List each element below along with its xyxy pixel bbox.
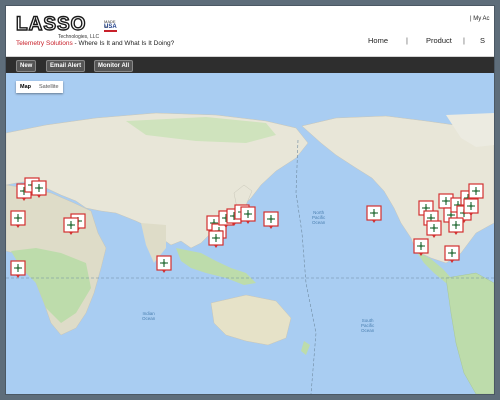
date-line	[295, 139, 317, 394]
map-type-control: Map Satellite	[16, 81, 63, 93]
tagline: Telemetry Solutions - Where Is It and Wh…	[16, 40, 174, 47]
email-alert-button[interactable]: Email Alert	[46, 60, 86, 72]
map-canvas	[6, 112, 494, 394]
indian-ocean-label: Indian Ocean	[142, 311, 156, 321]
logo-wordmark: LASSO	[15, 14, 87, 35]
nav-separator: |	[406, 36, 408, 45]
made-in-usa-badge: MADE IN USA	[104, 19, 118, 32]
asset-marker[interactable]	[10, 210, 26, 228]
tagline-lead: Telemetry Solutions	[16, 40, 73, 47]
south-america-landmass	[445, 272, 494, 394]
badge-country-text: USA	[104, 24, 117, 32]
account-link[interactable]: | My Ac	[470, 16, 490, 22]
new-button[interactable]: New	[16, 60, 37, 72]
toolbar: New Email Alert Monitor All	[6, 57, 494, 73]
asset-marker[interactable]	[156, 255, 172, 273]
nav-product[interactable]: Product	[426, 36, 452, 45]
australia-landmass	[210, 294, 292, 346]
new-zealand-landmass	[301, 341, 310, 355]
asset-marker[interactable]	[63, 217, 79, 235]
asset-marker[interactable]	[463, 198, 479, 216]
asset-marker[interactable]	[413, 238, 429, 256]
site-header: LASSO Technologies, LLC MADE IN USA Tele…	[6, 6, 494, 57]
southeast-asia-landmass	[176, 248, 256, 285]
lasso-logo[interactable]: LASSO Technologies, LLC	[15, 14, 100, 40]
asset-marker[interactable]	[10, 260, 26, 278]
world-map[interactable]: North Pacific Ocean South Pacific Ocean …	[6, 73, 494, 394]
asset-marker[interactable]	[448, 217, 464, 235]
monitor-all-button[interactable]: Monitor All	[94, 60, 134, 72]
nav-home[interactable]: Home	[368, 36, 388, 45]
asset-marker[interactable]	[444, 245, 460, 263]
nav-s-truncated[interactable]: S	[480, 36, 485, 45]
north-pacific-label: North Pacific Ocean	[312, 210, 326, 225]
asset-marker[interactable]	[31, 180, 47, 198]
asset-marker[interactable]	[366, 205, 382, 223]
nav-separator: |	[463, 36, 465, 45]
app-window: LASSO Technologies, LLC MADE IN USA Tele…	[6, 6, 494, 394]
asset-marker[interactable]	[240, 206, 256, 224]
satellite-view-button[interactable]: Satellite	[35, 81, 63, 93]
asset-marker[interactable]	[208, 230, 224, 248]
tagline-rest: - Where Is It and What Is It Doing?	[72, 40, 175, 47]
asset-marker[interactable]	[263, 211, 279, 229]
asset-marker[interactable]	[426, 220, 442, 238]
map-view-button[interactable]: Map	[16, 81, 35, 93]
south-pacific-label: South Pacific Ocean	[361, 318, 375, 333]
